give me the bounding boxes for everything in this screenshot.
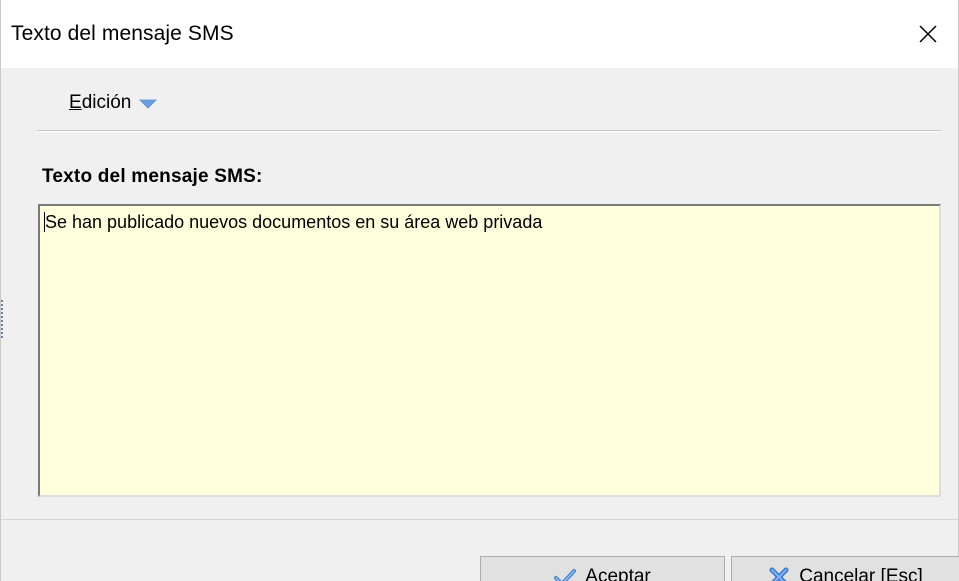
cancelar-label: Cancelar [Esc] <box>799 566 923 581</box>
dialog-window: Texto del mensaje SMS Edición Texto del … <box>0 0 959 581</box>
title-bar[interactable]: Texto del mensaje SMS <box>1 0 958 68</box>
window-edge-marker <box>1 300 3 340</box>
aceptar-label: Aceptar <box>585 566 651 581</box>
message-textarea[interactable]: Se han publicado nuevos documentos en su… <box>38 204 941 497</box>
check-icon <box>554 569 577 581</box>
window-title: Texto del mensaje SMS <box>11 22 234 45</box>
close-icon <box>919 25 937 43</box>
footer-divider <box>1 519 958 520</box>
edicion-menu-label: Edición <box>69 92 131 114</box>
edicion-menu[interactable]: Edición <box>69 89 158 117</box>
menu-separator <box>37 130 941 132</box>
chevron-down-icon <box>139 99 158 109</box>
message-field-label: Texto del mensaje SMS: <box>42 166 263 187</box>
edicion-mnemonic: E <box>69 92 82 113</box>
cancelar-button[interactable]: Cancelar [Esc] <box>731 556 959 581</box>
close-button[interactable] <box>898 0 958 68</box>
edicion-label-rest: dición <box>81 92 132 113</box>
aceptar-mnemonic: A <box>585 566 598 581</box>
x-icon <box>769 567 789 581</box>
message-text: Se han publicado nuevos documentos en su… <box>45 212 543 232</box>
aceptar-button[interactable]: Aceptar <box>480 556 725 581</box>
aceptar-label-rest: ceptar <box>597 566 651 581</box>
